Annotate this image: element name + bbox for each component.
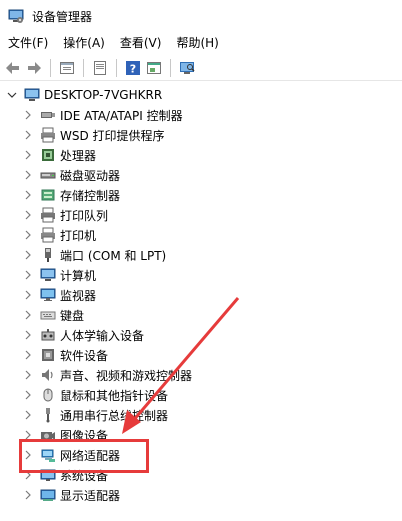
title-bar: 设备管理器 — [0, 0, 402, 32]
tree-item-label: 打印队列 — [60, 208, 109, 223]
tree-item-label: 打印机 — [60, 228, 97, 243]
tree-item-label: 声音、视频和游戏控制器 — [60, 368, 193, 383]
tree-item-label: 显示适配器 — [60, 488, 121, 503]
software-device-icon — [40, 347, 56, 363]
tree-item-label: 磁盘驱动器 — [60, 168, 121, 183]
monitor-icon — [40, 287, 56, 303]
menu-action[interactable]: 操作(A) — [55, 33, 112, 53]
tree-item[interactable]: WSD 打印提供程序 — [0, 125, 402, 145]
device-manager-app-icon — [8, 8, 24, 24]
toolbar-separator — [170, 58, 171, 77]
chevron-right-icon[interactable] — [22, 225, 34, 245]
speaker-icon — [40, 367, 56, 383]
tree-item-label: 通用串行总线控制器 — [60, 408, 169, 423]
annotation-highlight-box — [19, 439, 149, 473]
tree-item-label: 端口 (COM 和 LPT) — [60, 248, 167, 263]
tree-item[interactable]: 通用串行总线控制器 — [0, 405, 402, 425]
keyboard-icon — [40, 307, 56, 323]
toolbar-separator — [116, 58, 117, 77]
tree-item[interactable]: 人体学输入设备 — [0, 325, 402, 345]
tree-item[interactable]: 打印机 — [0, 225, 402, 245]
tree-item[interactable]: 处理器 — [0, 145, 402, 165]
display-adapter-icon — [40, 487, 56, 503]
mouse-icon — [40, 387, 56, 403]
chevron-right-icon[interactable] — [22, 385, 34, 405]
tree-item-label: IDE ATA/ATAPI 控制器 — [60, 108, 183, 123]
tree-item[interactable]: 打印队列 — [0, 205, 402, 225]
tree-item-label: WSD 打印提供程序 — [60, 128, 165, 143]
chevron-right-icon[interactable] — [22, 205, 34, 225]
print-queue-icon — [40, 207, 56, 223]
printer-icon — [40, 127, 56, 143]
tree-item[interactable]: 端口 (COM 和 LPT) — [0, 245, 402, 265]
tree-item[interactable]: 鼠标和其他指针设备 — [0, 385, 402, 405]
tree-item[interactable]: 监视器 — [0, 285, 402, 305]
tree-item[interactable]: 磁盘驱动器 — [0, 165, 402, 185]
chevron-right-icon[interactable] — [22, 245, 34, 265]
menu-bar: 文件(F) 操作(A) 查看(V) 帮助(H) — [0, 33, 402, 53]
forward-arrow-icon[interactable] — [24, 58, 44, 78]
help-icon[interactable]: ? — [123, 58, 143, 78]
chevron-right-icon[interactable] — [22, 265, 34, 285]
tree-item[interactable]: 显示适配器 — [0, 485, 402, 505]
tree-root[interactable]: DESKTOP-7VGHKRR — [0, 85, 402, 105]
disk-drive-icon — [40, 167, 56, 183]
tree-item[interactable]: 软件设备 — [0, 345, 402, 365]
properties-icon[interactable] — [57, 58, 77, 78]
chevron-right-icon[interactable] — [22, 345, 34, 365]
menu-file[interactable]: 文件(F) — [0, 33, 55, 53]
storage-controller-icon — [40, 187, 56, 203]
tree-item-label: 键盘 — [60, 308, 85, 323]
tree-item[interactable]: IDE ATA/ATAPI 控制器 — [0, 105, 402, 125]
svg-text:?: ? — [130, 62, 136, 75]
usb-icon — [40, 407, 56, 423]
tree-item[interactable]: 键盘 — [0, 305, 402, 325]
device-properties-icon[interactable] — [144, 58, 164, 78]
chevron-right-icon[interactable] — [22, 165, 34, 185]
tree-item-label: 存储控制器 — [60, 188, 121, 203]
chevron-right-icon[interactable] — [22, 405, 34, 425]
port-icon — [40, 247, 56, 263]
chevron-right-icon[interactable] — [22, 125, 34, 145]
tree-item-label: 处理器 — [60, 148, 97, 163]
window-title: 设备管理器 — [32, 9, 93, 24]
tree-item-label: 计算机 — [60, 268, 97, 283]
chevron-right-icon[interactable] — [22, 305, 34, 325]
back-arrow-icon[interactable] — [3, 58, 23, 78]
menu-view[interactable]: 查看(V) — [112, 33, 169, 53]
processor-icon — [40, 147, 56, 163]
computer-icon — [24, 87, 40, 103]
printer-icon — [40, 227, 56, 243]
computer-icon — [40, 267, 56, 283]
show-hide-tree-icon[interactable] — [90, 58, 110, 78]
tree-item-label: 软件设备 — [60, 348, 109, 363]
tree-item[interactable]: 声音、视频和游戏控制器 — [0, 365, 402, 385]
tree-root-label: DESKTOP-7VGHKRR — [44, 88, 163, 102]
tree-item-label: 人体学输入设备 — [60, 328, 145, 343]
toolbar-separator — [83, 58, 84, 77]
tree-item-label: 监视器 — [60, 288, 97, 303]
chevron-down-icon[interactable] — [6, 85, 18, 105]
chevron-right-icon[interactable] — [22, 485, 34, 505]
chevron-right-icon[interactable] — [22, 365, 34, 385]
chevron-right-icon[interactable] — [22, 285, 34, 305]
tree-item-label: 鼠标和其他指针设备 — [60, 388, 169, 403]
toolbar: ? — [0, 55, 402, 81]
scan-hardware-icon[interactable] — [177, 58, 197, 78]
chevron-right-icon[interactable] — [22, 145, 34, 165]
menu-help[interactable]: 帮助(H) — [168, 33, 225, 53]
tree-item[interactable]: 计算机 — [0, 265, 402, 285]
tree-item[interactable]: 存储控制器 — [0, 185, 402, 205]
hid-icon — [40, 327, 56, 343]
chevron-right-icon[interactable] — [22, 185, 34, 205]
toolbar-separator — [50, 58, 51, 77]
chevron-right-icon[interactable] — [22, 325, 34, 345]
ide-controller-icon — [40, 107, 56, 123]
chevron-right-icon[interactable] — [22, 105, 34, 125]
